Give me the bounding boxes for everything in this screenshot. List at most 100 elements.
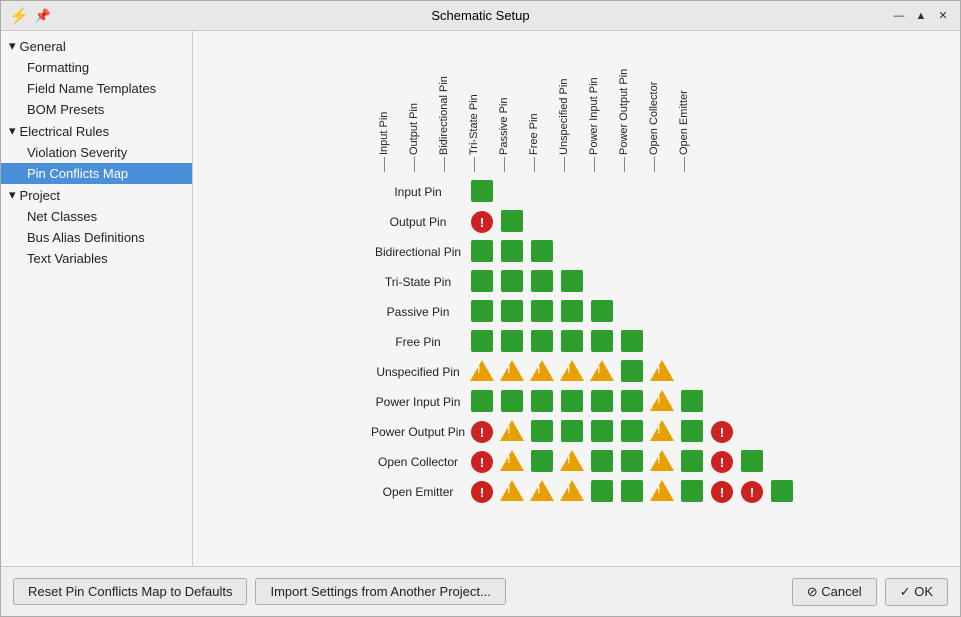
cell-3-8[interactable] (707, 267, 737, 297)
cell-3-7[interactable] (677, 267, 707, 297)
cell-10-9[interactable]: ! (737, 477, 767, 507)
cell-8-7[interactable] (677, 417, 707, 447)
cell-2-2[interactable] (527, 237, 557, 267)
cell-4-4[interactable] (587, 297, 617, 327)
reset-defaults-button[interactable]: Reset Pin Conflicts Map to Defaults (13, 578, 247, 605)
cell-9-4[interactable] (587, 447, 617, 477)
cell-7-0[interactable] (467, 387, 497, 417)
cell-8-9[interactable] (737, 417, 767, 447)
cell-3-5[interactable] (617, 267, 647, 297)
cell-4-0[interactable] (467, 297, 497, 327)
cell-7-7[interactable] (677, 387, 707, 417)
cell-5-5[interactable] (617, 327, 647, 357)
maximize-button[interactable]: ▲ (912, 7, 930, 25)
cell-7-8[interactable] (707, 387, 737, 417)
cell-10-0[interactable]: ! (467, 477, 497, 507)
cell-9-8[interactable]: ! (707, 447, 737, 477)
sidebar-item-formatting[interactable]: Formatting (1, 57, 192, 78)
cell-1-8[interactable] (707, 207, 737, 237)
cell-5-1[interactable] (497, 327, 527, 357)
cell-10-10[interactable] (767, 477, 797, 507)
sidebar-item-field-name-templates[interactable]: Field Name Templates (1, 78, 192, 99)
cell-7-3[interactable] (557, 387, 587, 417)
sidebar-item-project[interactable]: ▾Project (1, 184, 192, 206)
cell-1-10[interactable] (767, 207, 797, 237)
cell-0-2[interactable] (527, 177, 557, 207)
cell-2-3[interactable] (557, 237, 587, 267)
ok-button[interactable]: ✓ OK (885, 578, 948, 606)
cell-0-7[interactable] (677, 177, 707, 207)
cell-7-10[interactable] (767, 387, 797, 417)
cell-4-10[interactable] (767, 297, 797, 327)
cell-1-4[interactable] (587, 207, 617, 237)
cell-10-3[interactable] (557, 477, 587, 507)
cell-6-6[interactable] (647, 357, 677, 387)
cell-1-7[interactable] (677, 207, 707, 237)
cell-6-5[interactable] (617, 357, 647, 387)
cell-4-6[interactable] (647, 297, 677, 327)
cell-3-9[interactable] (737, 267, 767, 297)
cell-0-6[interactable] (647, 177, 677, 207)
cell-1-5[interactable] (617, 207, 647, 237)
cell-10-4[interactable] (587, 477, 617, 507)
cell-2-10[interactable] (767, 237, 797, 267)
sidebar-item-net-classes[interactable]: Net Classes (1, 206, 192, 227)
cell-7-5[interactable] (617, 387, 647, 417)
cell-5-0[interactable] (467, 327, 497, 357)
cell-4-9[interactable] (737, 297, 767, 327)
cell-10-1[interactable] (497, 477, 527, 507)
import-settings-button[interactable]: Import Settings from Another Project... (255, 578, 505, 605)
cell-3-6[interactable] (647, 267, 677, 297)
cell-2-7[interactable] (677, 237, 707, 267)
cell-8-10[interactable] (767, 417, 797, 447)
cell-0-10[interactable] (767, 177, 797, 207)
cell-5-7[interactable] (677, 327, 707, 357)
cell-6-9[interactable] (737, 357, 767, 387)
cell-7-2[interactable] (527, 387, 557, 417)
cell-3-4[interactable] (587, 267, 617, 297)
sidebar-item-violation-severity[interactable]: Violation Severity (1, 142, 192, 163)
cancel-button[interactable]: ⊘ Cancel (792, 578, 877, 606)
cell-2-5[interactable] (617, 237, 647, 267)
cell-9-2[interactable] (527, 447, 557, 477)
sidebar-item-electrical-rules[interactable]: ▾Electrical Rules (1, 120, 192, 142)
cell-8-6[interactable] (647, 417, 677, 447)
cell-5-2[interactable] (527, 327, 557, 357)
minimize-button[interactable]: — (890, 7, 908, 25)
cell-4-2[interactable] (527, 297, 557, 327)
cell-5-8[interactable] (707, 327, 737, 357)
cell-1-6[interactable] (647, 207, 677, 237)
sidebar-item-bom-presets[interactable]: BOM Presets (1, 99, 192, 120)
cell-10-7[interactable] (677, 477, 707, 507)
cell-6-0[interactable] (467, 357, 497, 387)
cell-5-4[interactable] (587, 327, 617, 357)
cell-4-3[interactable] (557, 297, 587, 327)
cell-10-6[interactable] (647, 477, 677, 507)
cell-6-7[interactable] (677, 357, 707, 387)
cell-9-7[interactable] (677, 447, 707, 477)
cell-7-6[interactable] (647, 387, 677, 417)
cell-5-10[interactable] (767, 327, 797, 357)
cell-10-2[interactable] (527, 477, 557, 507)
sidebar-item-general[interactable]: ▾General (1, 35, 192, 57)
cell-0-9[interactable] (737, 177, 767, 207)
cell-2-6[interactable] (647, 237, 677, 267)
sidebar-item-bus-alias-definitions[interactable]: Bus Alias Definitions (1, 227, 192, 248)
cell-8-4[interactable] (587, 417, 617, 447)
cell-2-4[interactable] (587, 237, 617, 267)
cell-8-3[interactable] (557, 417, 587, 447)
cell-4-5[interactable] (617, 297, 647, 327)
cell-9-1[interactable] (497, 447, 527, 477)
cell-9-3[interactable] (557, 447, 587, 477)
cell-1-3[interactable] (557, 207, 587, 237)
cell-1-2[interactable] (527, 207, 557, 237)
cell-3-0[interactable] (467, 267, 497, 297)
cell-6-1[interactable] (497, 357, 527, 387)
close-button[interactable]: ✕ (934, 7, 952, 25)
cell-0-8[interactable] (707, 177, 737, 207)
cell-2-1[interactable] (497, 237, 527, 267)
sidebar-item-pin-conflicts-map[interactable]: Pin Conflicts Map (1, 163, 192, 184)
cell-6-10[interactable] (767, 357, 797, 387)
cell-2-8[interactable] (707, 237, 737, 267)
cell-7-9[interactable] (737, 387, 767, 417)
